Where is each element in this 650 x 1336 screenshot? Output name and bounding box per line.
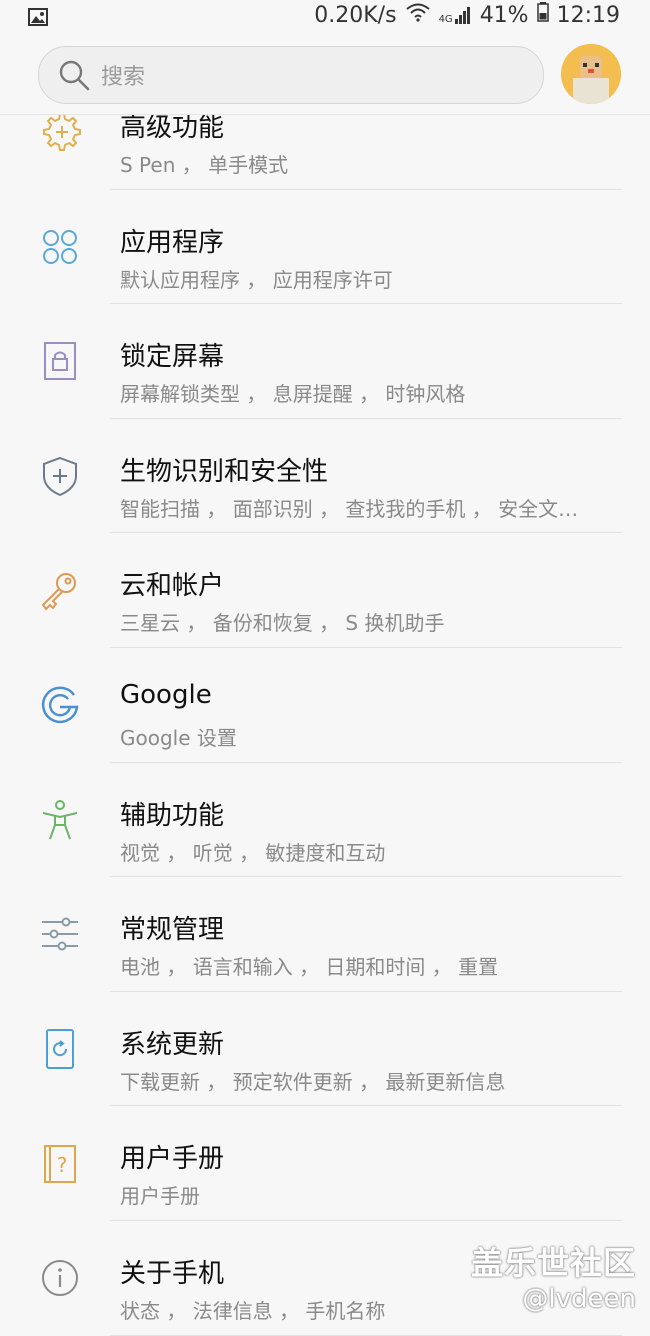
update-icon [38,1027,82,1071]
clock: 12:19 [556,2,620,28]
settings-item-system-update[interactable]: 系统更新 下载更新 ， 预定软件更新 ， 最新更新信息 [0,992,650,1107]
item-subtitle: Google 设置 [120,725,237,750]
settings-list: 高级功能 S Pen ， 单手模式 应用程序 默认应用程序 ， 应用程序许可 锁… [0,75,650,1336]
search-icon [57,58,91,92]
apps-grid-icon [38,225,82,269]
accessibility-icon [38,798,82,842]
item-title: 系统更新 [120,1029,225,1060]
settings-item-biometrics-security[interactable]: 生物识别和安全性 智能扫描 ， 面部识别 ， 查找我的手机 ， 安全文… [0,419,650,534]
key-icon [38,569,82,613]
gallery-notification-icon [28,8,48,30]
item-title: 用户手册 [120,1144,225,1175]
settings-item-general-management[interactable]: 常规管理 电池 ， 语言和输入 ， 日期和时间 ， 重置 [0,877,650,992]
item-subtitle: 用户手册 [120,1184,200,1209]
manual-icon: ? [38,1142,82,1186]
svg-text:?: ? [57,1153,68,1177]
settings-item-cloud-accounts[interactable]: 云和帐户 三星云 ， 备份和恢复 ， S 换机助手 [0,533,650,648]
network-speed: 0.20K/s [314,2,397,28]
watermark: 盖乐世社区 @lvdeen [471,1238,636,1314]
settings-item-apps[interactable]: 应用程序 默认应用程序 ， 应用程序许可 [0,190,650,305]
search-placeholder: 搜索 [101,65,146,90]
battery-icon [536,2,549,28]
item-title: 云和帐户 [120,571,225,602]
item-subtitle: 电池 ， 语言和输入 ， 日期和时间 ， 重置 [120,955,499,980]
item-title: Google [120,679,212,710]
item-subtitle: 智能扫描 ， 面部识别 ， 查找我的手机 ， 安全文… [120,496,579,521]
item-title: 生物识别和安全性 [120,456,329,487]
search-bar[interactable]: 搜索 [38,46,544,104]
google-icon [38,683,82,727]
item-subtitle: 视觉 ， 听觉 ， 敏捷度和互动 [120,840,386,865]
item-subtitle: 默认应用程序 ， 应用程序许可 [120,267,393,292]
watermark-community: 盖乐世社区 [470,1244,636,1282]
network-type-label: 4G [438,14,453,25]
wifi-icon [405,2,431,28]
item-title: 常规管理 [120,915,225,946]
lock-icon [38,339,82,383]
item-subtitle: 屏幕解锁类型 ， 息屏提醒 ， 时钟风格 [120,382,466,407]
shield-icon [38,454,82,498]
battery-percent: 41% [479,2,529,28]
item-subtitle: S Pen ， 单手模式 [120,153,289,177]
item-subtitle: 三星云 ， 备份和恢复 ， S 换机助手 [120,611,445,636]
signal-icon: 4G [439,5,472,25]
settings-item-lock-screen[interactable]: 锁定屏幕 屏幕解锁类型 ， 息屏提醒 ， 时钟风格 [0,304,650,419]
item-subtitle: 下载更新 ， 预定软件更新 ， 最新更新信息 [120,1069,506,1094]
gear-plus-icon [38,110,82,154]
status-bar: 0.20K/s 4G 41% 12:19 [0,0,650,34]
watermark-user: @lvdeen [522,1284,636,1314]
avatar[interactable] [561,44,621,104]
info-icon [38,1256,82,1300]
sliders-icon [38,912,82,956]
settings-item-accessibility[interactable]: 辅助功能 视觉 ， 听觉 ， 敏捷度和互动 [0,763,650,878]
search-header: 搜索 [0,34,650,115]
settings-item-user-manual[interactable]: ? 用户手册 用户手册 [0,1106,650,1221]
item-title: 辅助功能 [120,800,225,831]
item-subtitle: 状态 ， 法律信息 ， 手机名称 [120,1298,386,1323]
settings-item-google[interactable]: Google Google 设置 [0,648,650,763]
divider [110,1334,622,1336]
item-title: 关于手机 [120,1258,225,1289]
item-title: 应用程序 [120,227,225,258]
item-title: 锁定屏幕 [120,342,225,373]
